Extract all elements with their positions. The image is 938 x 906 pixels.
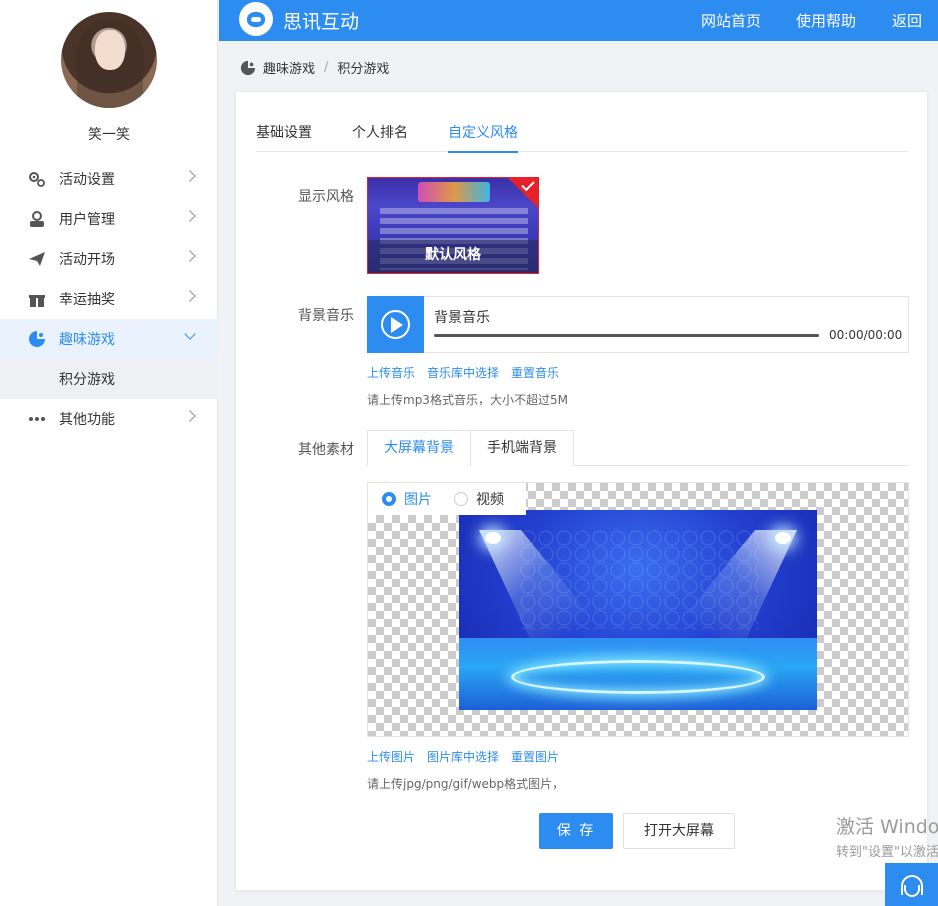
user-icon [28, 210, 46, 228]
media-type-radios: 图片 视频 [368, 483, 526, 515]
sidebar-item-lucky-draw[interactable]: 幸运抽奖 [0, 279, 218, 319]
nav-home-link[interactable]: 网站首页 [701, 10, 761, 31]
save-button[interactable]: 保 存 [539, 813, 613, 849]
music-hint: 请上传mp3格式音乐，大小不超过5M [367, 393, 568, 407]
sidebar-item-label: 活动开场 [59, 252, 115, 268]
sidebar-item-other-functions[interactable]: 其他功能 [0, 399, 218, 439]
paper-plane-icon [28, 250, 46, 268]
reset-image-link[interactable]: 重置图片 [511, 748, 559, 765]
radio-checked-icon [382, 492, 396, 506]
image-hint: 请上传jpg/png/gif/webp格式图片， [367, 777, 565, 791]
sidebar-item-user-management[interactable]: 用户管理 [0, 199, 218, 239]
nav-help-link[interactable]: 使用帮助 [796, 10, 856, 31]
play-button[interactable] [367, 296, 424, 353]
sidebar-menu: 活动设置 用户管理 活动开场 幸运抽奖 趣味游戏 积分游戏 其他功能 [0, 159, 218, 439]
windows-activation-watermark: 激活 Windows 转到"设置"以激活 [836, 816, 938, 860]
chevron-right-icon [184, 250, 196, 262]
content-card: 基础设置 个人排名 自定义风格 显示风格 默认风格 背景音乐 背景音乐 00:0… [235, 91, 928, 891]
music-actions: 上传音乐 音乐库中选择 重置音乐 [367, 364, 571, 381]
sidebar-item-label: 幸运抽奖 [59, 292, 115, 308]
upload-music-link[interactable]: 上传音乐 [367, 364, 415, 381]
radio-unchecked-icon [454, 492, 468, 506]
sidebar-item-activity-opening[interactable]: 活动开场 [0, 239, 218, 279]
sidebar-item-label: 趣味游戏 [59, 332, 115, 348]
audio-time: 00:00/00:00 [829, 328, 903, 342]
tab-custom-style[interactable]: 自定义风格 [448, 122, 518, 153]
material-tabs: 大屏幕背景 手机端背景 [367, 430, 909, 467]
breadcrumb-item-current: 积分游戏 [337, 62, 390, 77]
background-image[interactable] [459, 510, 817, 710]
chevron-right-icon [184, 170, 196, 182]
radio-image[interactable]: 图片 [382, 489, 432, 509]
nav-back-link[interactable]: 返回 [892, 10, 922, 31]
chevron-right-icon [184, 410, 196, 422]
customer-service-button[interactable] [885, 863, 938, 906]
upload-image-link[interactable]: 上传图片 [367, 748, 415, 765]
settings-tabs: 基础设置 个人排名 自定义风格 [256, 122, 908, 153]
tab-big-screen-background[interactable]: 大屏幕背景 [367, 430, 471, 467]
brand-logo-icon[interactable] [239, 2, 273, 36]
tab-basic-settings[interactable]: 基础设置 [256, 122, 312, 152]
style-option-default[interactable]: 默认风格 [367, 177, 539, 274]
sidebar-item-fun-games[interactable]: 趣味游戏 [0, 319, 218, 359]
breadcrumb: 趣味游戏 / 积分游戏 [240, 58, 389, 77]
username: 笑一笑 [88, 127, 130, 143]
chevron-right-icon [184, 290, 196, 302]
avatar[interactable] [61, 12, 157, 108]
tab-personal-ranking[interactable]: 个人排名 [352, 122, 408, 152]
open-big-screen-button[interactable]: 打开大屏幕 [623, 813, 735, 849]
style-option-label: 默认风格 [368, 240, 538, 273]
chevron-down-icon [184, 328, 196, 340]
material-label: 其他素材 [298, 442, 354, 458]
audio-player: 背景音乐 00:00/00:00 [367, 296, 909, 353]
sidebar: 笑一笑 活动设置 用户管理 活动开场 幸运抽奖 趣味游戏 积分游戏 其他功能 [0, 0, 218, 906]
gift-icon [28, 290, 46, 308]
audio-progress-bar[interactable] [434, 334, 819, 337]
breadcrumb-item[interactable]: 趣味游戏 [263, 58, 315, 77]
sidebar-item-label: 用户管理 [59, 212, 115, 228]
style-label: 显示风格 [298, 189, 354, 205]
music-library-link[interactable]: 音乐库中选择 [427, 364, 499, 381]
chevron-right-icon [184, 210, 196, 222]
top-bar: 思讯互动 网站首页 使用帮助 返回 [219, 0, 938, 41]
play-icon [391, 317, 403, 333]
game-icon [240, 60, 256, 75]
brand-name: 思讯互动 [283, 11, 360, 33]
game-icon [28, 330, 46, 348]
background-preview: 图片 视频 [367, 482, 909, 737]
gears-icon [28, 170, 46, 188]
image-library-link[interactable]: 图片库中选择 [427, 748, 499, 765]
breadcrumb-separator: / [324, 60, 329, 75]
music-label: 背景音乐 [298, 308, 354, 324]
audio-title: 背景音乐 [434, 310, 490, 326]
sidebar-item-activity-settings[interactable]: 活动设置 [0, 159, 218, 199]
radio-video[interactable]: 视频 [454, 489, 504, 509]
sidebar-subitem-points-game[interactable]: 积分游戏 [0, 359, 218, 399]
reset-music-link[interactable]: 重置音乐 [511, 364, 559, 381]
sidebar-item-label: 活动设置 [59, 172, 115, 188]
more-dots-icon [28, 410, 46, 428]
image-actions: 上传图片 图片库中选择 重置图片 [367, 748, 571, 765]
tab-mobile-background[interactable]: 手机端背景 [471, 430, 574, 466]
sidebar-item-label: 其他功能 [59, 412, 115, 428]
